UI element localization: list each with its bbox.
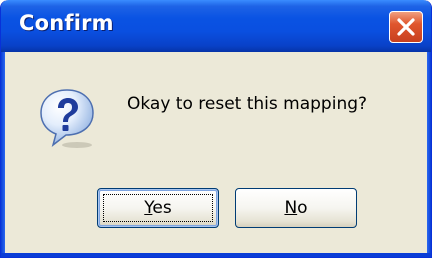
confirm-dialog-window: Confirm Okay to reset this mapping? Yes [0, 0, 432, 258]
yes-button-label: Yes [144, 198, 172, 218]
dialog-message: Okay to reset this mapping? [127, 94, 368, 114]
dialog-body: Okay to reset this mapping? Yes No [5, 52, 427, 257]
close-icon [397, 18, 415, 36]
close-button[interactable] [389, 11, 423, 43]
question-icon [40, 89, 94, 148]
title-bar[interactable]: Confirm [1, 0, 431, 52]
window-title: Confirm [19, 11, 114, 35]
no-button[interactable]: No [235, 188, 357, 228]
no-button-label: No [284, 198, 308, 218]
window-bottom-border [1, 253, 431, 257]
yes-button[interactable]: Yes [97, 188, 219, 228]
